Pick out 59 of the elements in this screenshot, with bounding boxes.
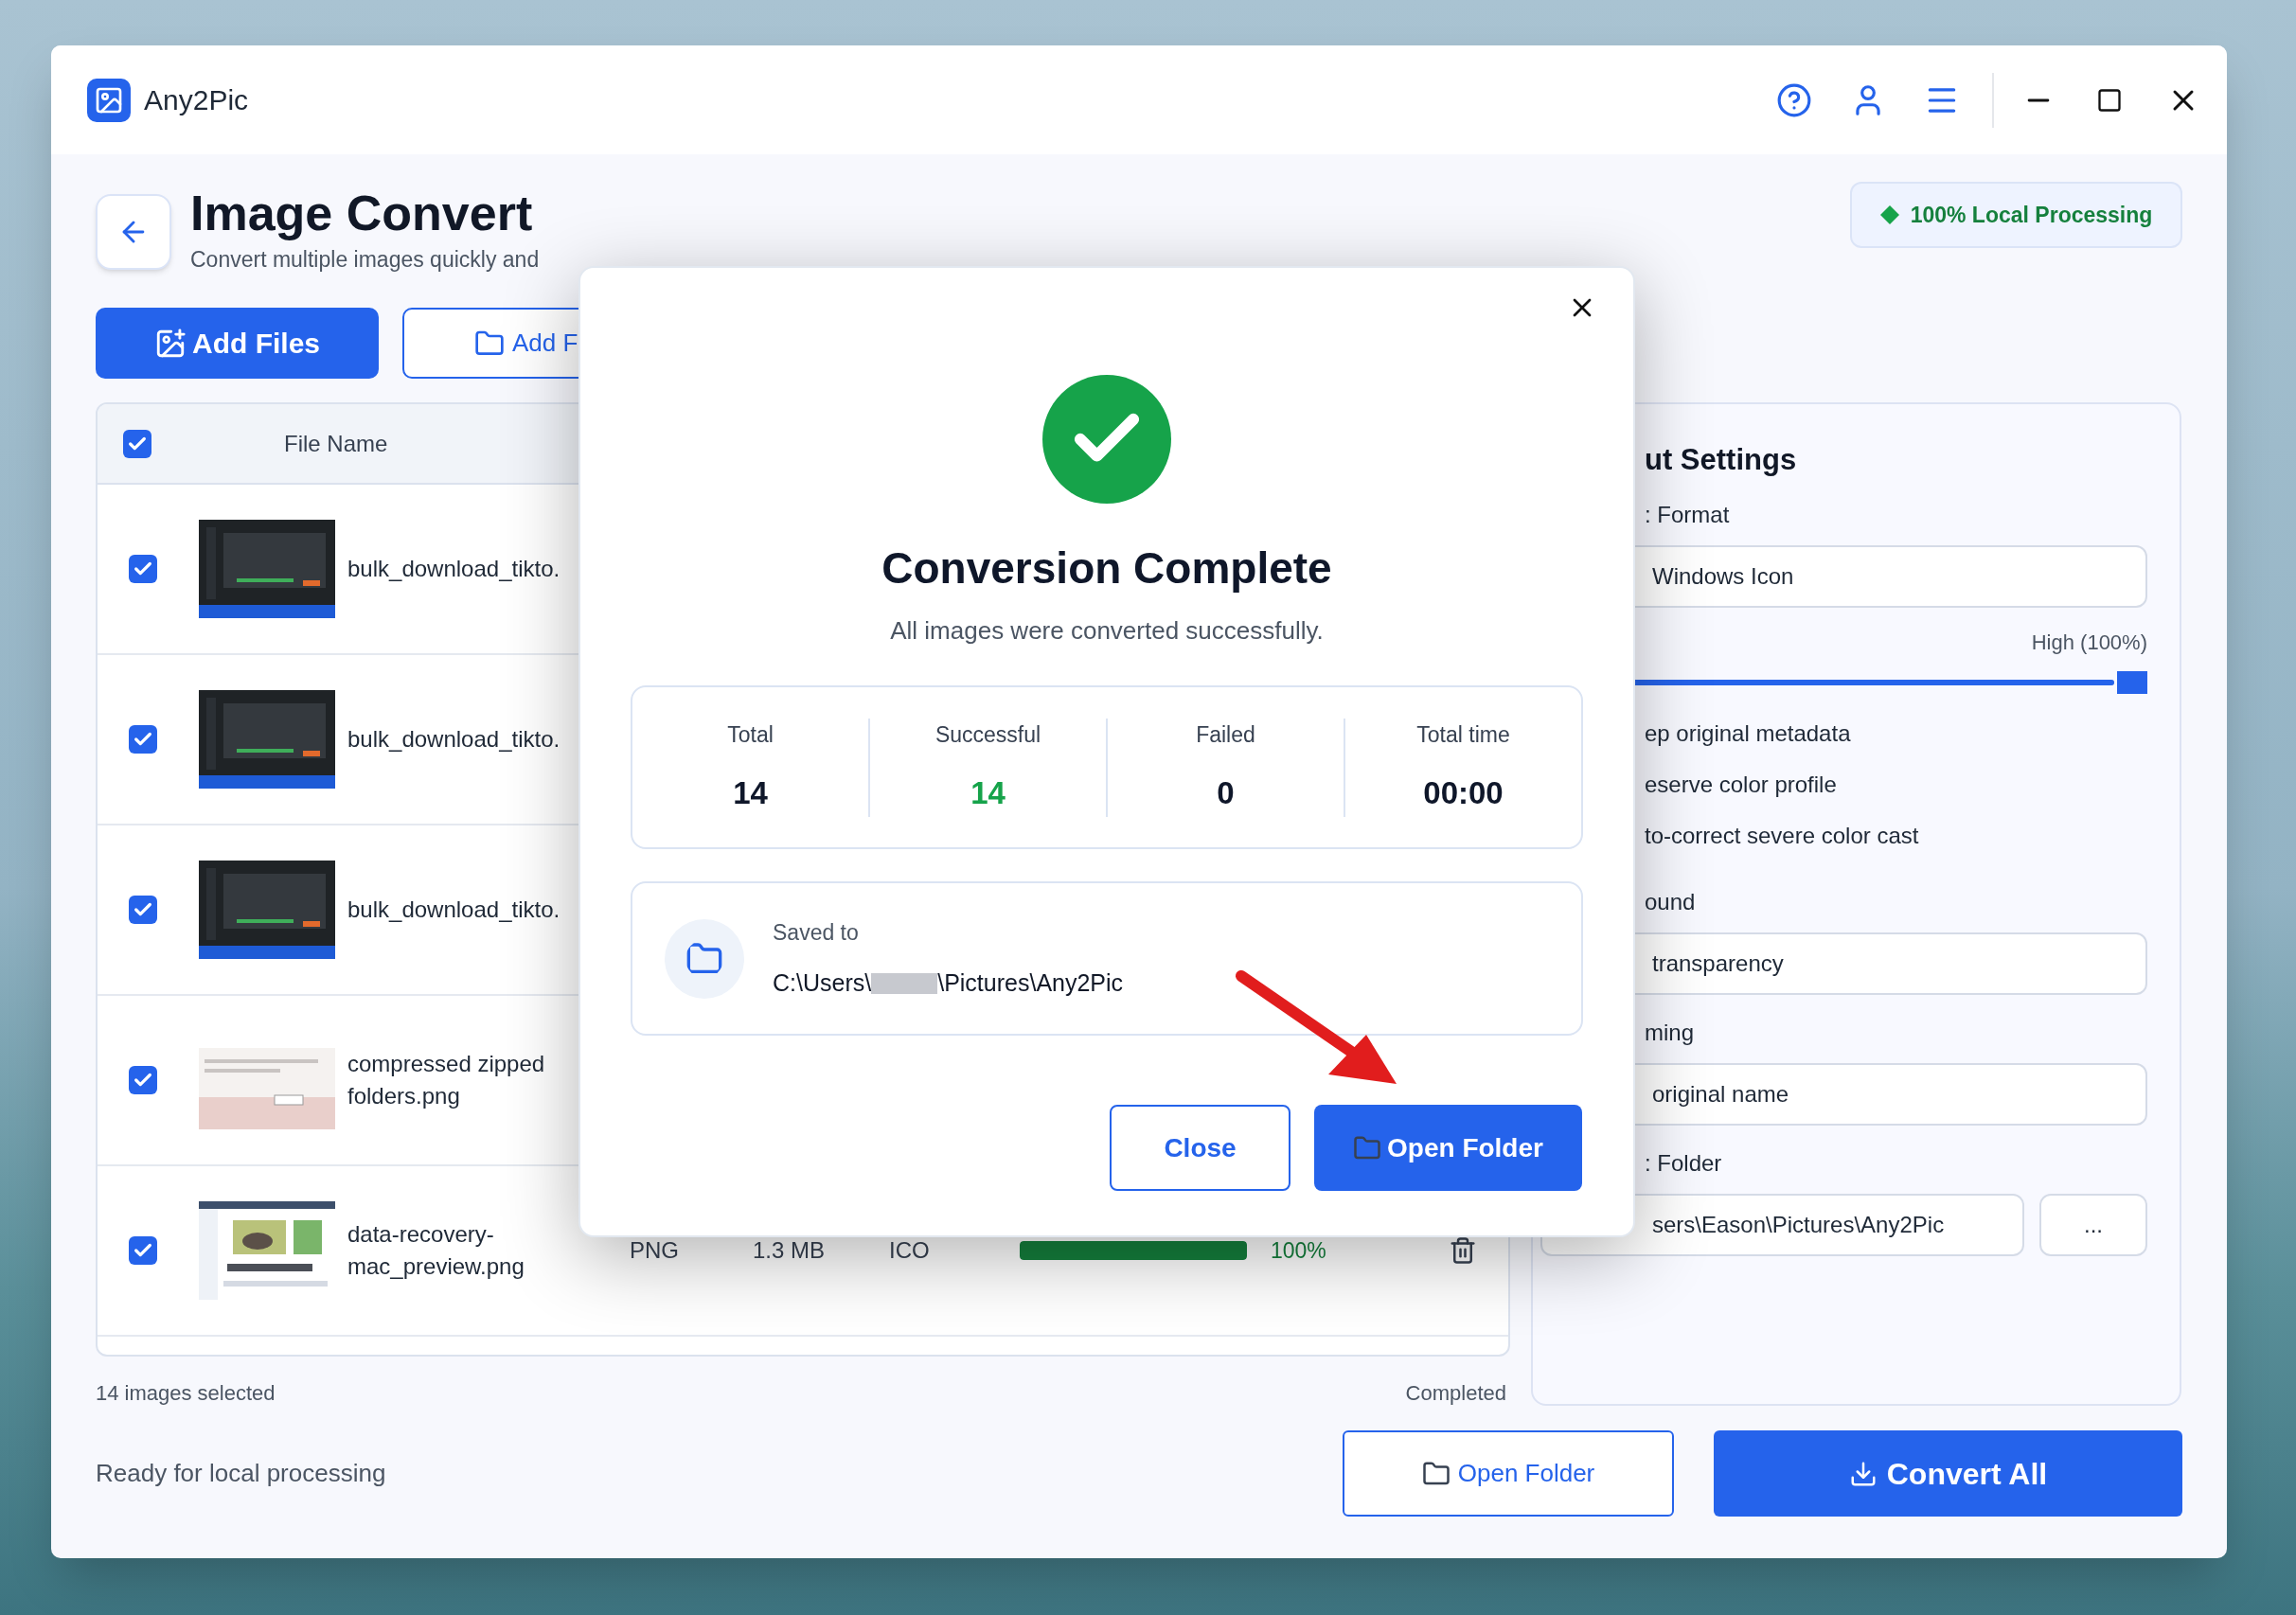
checkbox[interactable] <box>129 555 157 583</box>
slider-thumb[interactable] <box>2117 670 2147 694</box>
redacted-block <box>871 972 938 994</box>
file-name: compressed zipped folders.png <box>347 1050 546 1110</box>
checkbox[interactable] <box>123 429 151 458</box>
stat-value: 0 <box>1217 774 1235 812</box>
field-label: ming <box>1645 1018 1696 1047</box>
close-button[interactable]: Close <box>1110 1105 1290 1191</box>
image-add-icon <box>154 327 187 360</box>
option-label: ep original metadata <box>1645 719 1852 748</box>
open-folder-button[interactable]: Open Folder <box>1343 1430 1674 1517</box>
stat-label: Successful <box>934 720 1041 749</box>
field-label: : Folder <box>1645 1148 1723 1178</box>
checkbox[interactable] <box>129 725 157 754</box>
path-text: C:\Users\ <box>773 968 872 998</box>
checkbox[interactable] <box>129 1236 157 1265</box>
table-cell-text: 1.3 MB <box>753 1236 827 1265</box>
page-subtitle: Convert multiple images quickly and <box>190 246 540 274</box>
table-cell-text: ICO <box>889 1236 931 1265</box>
field-label: ound <box>1645 887 1697 916</box>
app-title: Any2Pic <box>144 83 249 117</box>
app-logo-icon <box>87 78 131 122</box>
stat-label: Failed <box>1196 720 1255 749</box>
help-icon[interactable] <box>1776 81 1812 118</box>
field-label: : Format <box>1645 500 1731 529</box>
checkbox[interactable] <box>129 896 157 924</box>
status-label: Completed <box>1405 1380 1506 1407</box>
browse-button[interactable]: ... <box>2039 1193 2147 1256</box>
status-text: Ready for local processing <box>96 1458 386 1489</box>
stat-label: Total <box>727 720 774 749</box>
table-cell-text: PNG <box>630 1236 680 1265</box>
stat-value: 14 <box>970 774 1006 812</box>
stat-label: Total time <box>1416 720 1510 749</box>
open-folder-button[interactable]: Open Folder <box>1314 1105 1582 1191</box>
file-name: bulk_download_tikto. <box>347 896 561 924</box>
quality-value: High (100%) <box>2031 629 2147 656</box>
stat-value: 14 <box>733 774 768 812</box>
selection-count: 14 images selected <box>96 1380 276 1407</box>
file-name: bulk_download_tikto. <box>347 555 561 583</box>
page-title: Image Convert <box>190 185 534 242</box>
file-name: data-recovery-mac_preview.png <box>347 1220 525 1281</box>
progress-percent: 100% <box>1271 1236 1327 1265</box>
convert-all-button[interactable]: Convert All <box>1714 1430 2182 1517</box>
checkbox[interactable] <box>129 1066 157 1094</box>
column-header: File Name <box>284 429 388 458</box>
dialog-title: Conversion Complete <box>881 542 1332 595</box>
path-text: \Pictures\Any2Pic <box>937 968 1124 998</box>
maximize-icon[interactable] <box>2096 86 2123 114</box>
saved-label: Saved to <box>773 918 860 947</box>
dialog-message: All images were converted successfully. <box>890 615 1324 647</box>
file-name: bulk_download_tikto. <box>347 725 561 754</box>
option-label: eserve color profile <box>1645 770 1838 799</box>
trash-icon[interactable] <box>1449 1236 1477 1265</box>
diamond-icon <box>1879 205 1899 224</box>
stat-value: 00:00 <box>1423 774 1504 812</box>
badge-label: 100% Local Processing <box>1910 201 2153 229</box>
add-files-button[interactable]: Add Files <box>96 308 379 379</box>
panel-title: ut Settings <box>1645 442 1798 478</box>
option-label: to-correct severe color cast <box>1645 821 1920 850</box>
